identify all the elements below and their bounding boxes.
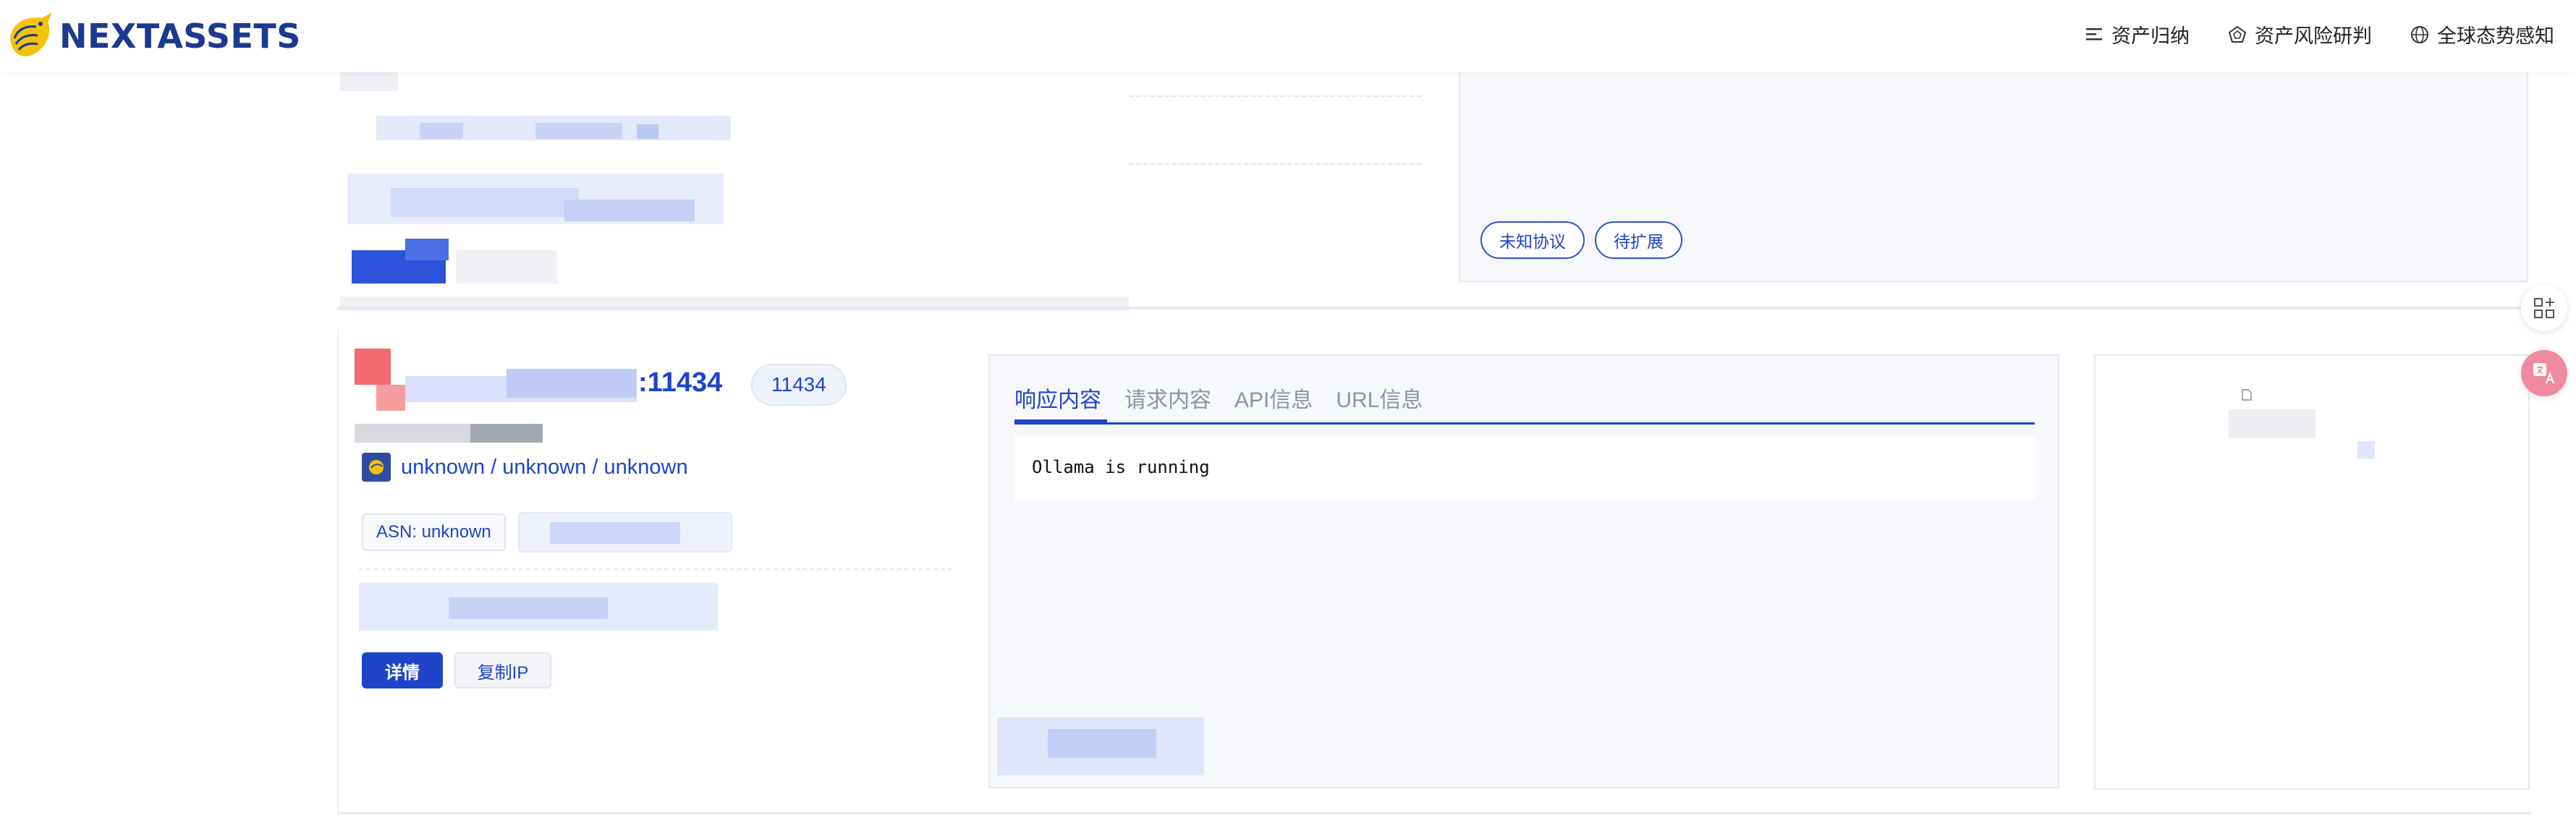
- list-icon: [2086, 27, 2102, 40]
- nav-global-situation[interactable]: 全球态势感知: [2410, 20, 2554, 48]
- grid-add-tool-button[interactable]: [2521, 285, 2567, 331]
- main-nav: 资产归纳 资产风险研判 全球态势感知: [2084, 20, 2554, 48]
- tab-url-info[interactable]: URL信息: [1336, 382, 1423, 425]
- tab-request-content[interactable]: 请求内容: [1124, 382, 1211, 425]
- dashed-separator: [359, 568, 952, 570]
- broken-image-icon: [2242, 389, 2252, 401]
- active-tab-indicator: [1014, 419, 1107, 424]
- response-body-box: Ollama is running: [1014, 435, 2035, 500]
- logo-bird-icon: [10, 12, 52, 57]
- tabs-baseline: [1014, 422, 2035, 425]
- grid-add-icon: [2534, 298, 2554, 318]
- response-tabs: 响应内容 请求内容 API信息 URL信息: [1014, 382, 1423, 425]
- brand-name: NEXTASSETS: [59, 17, 301, 56]
- tab-response-content[interactable]: 响应内容: [1014, 382, 1101, 425]
- tab-api-info[interactable]: API信息: [1234, 382, 1313, 425]
- screenshot-preview-panel: [2094, 354, 2530, 790]
- translate-tool-button[interactable]: [2521, 350, 2567, 396]
- detail-button[interactable]: 详情: [362, 652, 443, 688]
- location-flag-icon: [362, 453, 391, 482]
- brand-logo[interactable]: NEXTASSETS: [4, 7, 301, 65]
- nav-label: 资产归纳: [2111, 25, 2190, 47]
- response-body-text: Ollama is running: [1032, 457, 1210, 477]
- globe-icon: [2411, 25, 2428, 43]
- tag-unknown-protocol[interactable]: 未知协议: [1480, 221, 1585, 259]
- port-badge[interactable]: 11434: [751, 364, 847, 406]
- card-divider: [337, 307, 2531, 310]
- nav-label: 全球态势感知: [2437, 25, 2554, 47]
- copy-ip-button[interactable]: 复制IP: [454, 652, 551, 688]
- asn-badge: ASN: unknown: [362, 513, 506, 551]
- asset-ip-port[interactable]: :11434: [638, 367, 722, 398]
- tag-pending-extension[interactable]: 待扩展: [1595, 221, 1682, 259]
- redacted-preview-pixel: [2357, 441, 2375, 459]
- risk-pentagon-icon: [2228, 25, 2247, 43]
- top-header: NEXTASSETS 资产归纳 资产风险研判 全球态势感知: [0, 0, 2576, 72]
- location-text[interactable]: unknown / unknown / unknown: [401, 456, 688, 479]
- nav-asset-summary[interactable]: 资产归纳: [2084, 20, 2190, 48]
- translate-icon: [2533, 363, 2555, 384]
- redacted-preview-caption: [2229, 409, 2316, 438]
- nav-label: 资产风险研判: [2255, 25, 2372, 47]
- geo-location-row: unknown / unknown / unknown: [362, 453, 688, 482]
- nav-asset-risk[interactable]: 资产风险研判: [2227, 20, 2372, 48]
- response-panel: 响应内容 请求内容 API信息 URL信息 Ollama is running: [988, 354, 2059, 788]
